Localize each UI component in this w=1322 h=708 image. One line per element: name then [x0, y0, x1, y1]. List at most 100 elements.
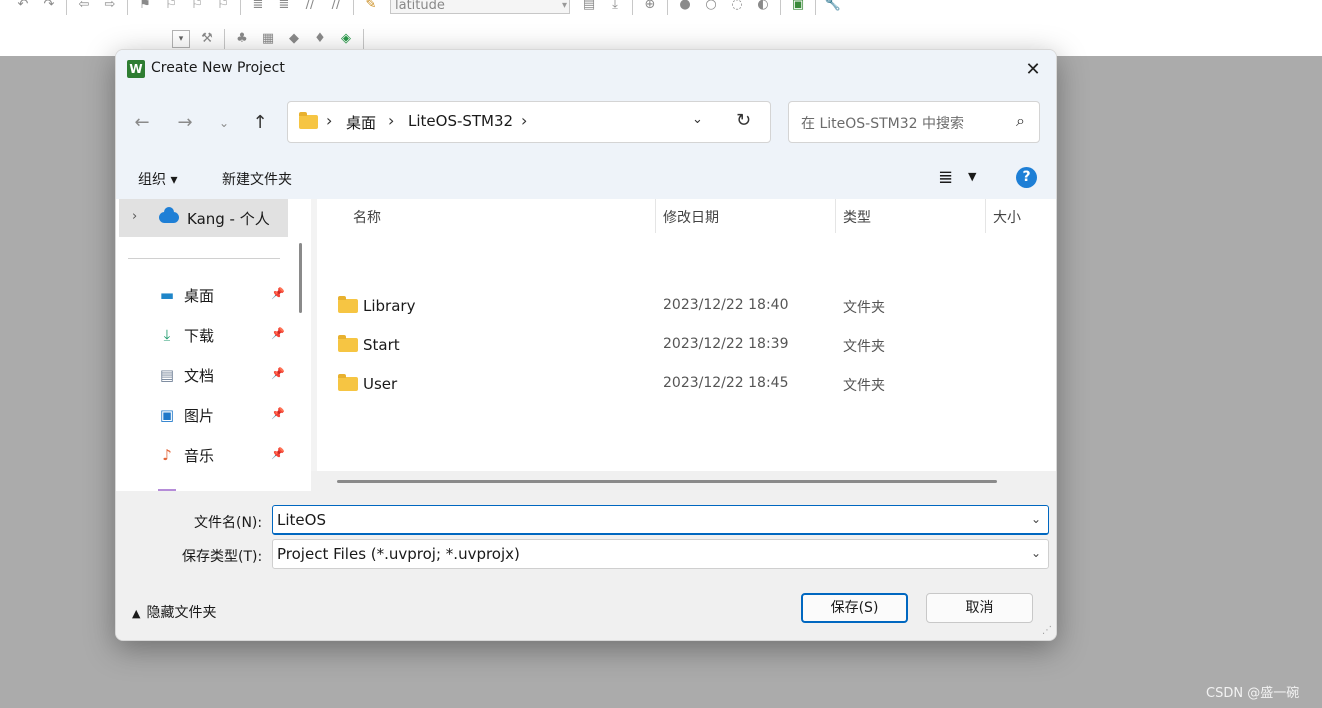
bookmark-next-icon[interactable]: ⚐ — [188, 0, 206, 13]
rte-icon[interactable]: ◈ — [337, 31, 355, 47]
redo-icon[interactable]: ↷ — [40, 0, 58, 13]
unindent-icon[interactable]: ≣ — [275, 0, 293, 13]
toolbar-separator — [363, 29, 364, 49]
breadcrumb-chevron-icon[interactable]: › — [521, 111, 527, 130]
ide-toolbar-row-1: ↶ ↷ ⇦ ⇨ ⚑ ⚐ ⚐ ⚐ ≣ ≣ // // ✎ latitude ▾ ▤… — [10, 0, 846, 18]
breakpoint-icon[interactable]: ● — [676, 0, 694, 13]
nav-forward-icon[interactable]: ⇨ — [101, 0, 119, 13]
sidebar-item-pictures[interactable]: ▣ 图片 📌 — [116, 397, 296, 437]
forward-arrow-icon[interactable]: → — [171, 109, 199, 137]
refresh-icon[interactable]: ↻ — [736, 110, 751, 131]
find-in-files-icon[interactable]: ✎ — [362, 0, 380, 13]
breadcrumb-liteos[interactable]: LiteOS-STM32 — [408, 112, 513, 130]
toolbar-separator — [66, 0, 67, 15]
up-arrow-icon[interactable]: ↑ — [246, 109, 274, 137]
sidebar-scrollbar[interactable] — [299, 243, 302, 313]
filename-field[interactable]: LiteOS ⌄ — [272, 505, 1049, 535]
file-name: Start — [363, 336, 400, 354]
chevron-down-icon[interactable]: ⌄ — [1031, 546, 1041, 560]
bookmark-clear-icon[interactable]: ⚐ — [214, 0, 232, 13]
nav-back-icon[interactable]: ⇦ — [75, 0, 93, 13]
download-icon: ⤓ — [163, 326, 171, 344]
table-row[interactable]: User 2023/12/22 18:45 文件夹 — [317, 365, 1056, 403]
sidebar-divider — [128, 258, 280, 259]
chevron-down-icon[interactable]: ⌄ — [1031, 512, 1041, 526]
column-header-name[interactable]: 名称 — [353, 207, 381, 227]
target-combo[interactable]: latitude ▾ — [390, 0, 570, 14]
toolbar-separator — [240, 0, 241, 15]
configure-icon[interactable]: 🔧 — [824, 0, 842, 13]
filename-value: LiteOS — [277, 511, 326, 529]
sidebar-item-label: 桌面 — [184, 287, 215, 305]
resize-grip-icon[interactable]: ⋰ — [1042, 625, 1052, 636]
help-icon[interactable]: ? — [1016, 167, 1037, 188]
address-bar[interactable]: › 桌面 › LiteOS-STM32 › ⌄ ↻ — [287, 101, 771, 143]
file-type: 文件夹 — [843, 378, 885, 394]
column-header-size[interactable]: 大小 — [993, 207, 1021, 227]
table-row[interactable]: Start 2023/12/22 18:39 文件夹 — [317, 326, 1056, 364]
dialog-titlebar[interactable]: W Create New Project ✕ — [116, 50, 1056, 89]
breakpoint-menu-icon[interactable]: ◐ — [754, 0, 772, 13]
bookmark-icon[interactable]: ⚑ — [136, 0, 154, 13]
target-select-dropdown[interactable]: ▾ — [172, 30, 190, 48]
back-arrow-icon[interactable]: ← — [128, 109, 156, 137]
new-folder-button[interactable]: 新建文件夹 — [222, 169, 292, 189]
cancel-button[interactable]: 取消 — [926, 593, 1033, 623]
horizontal-scrollbar[interactable] — [311, 471, 1056, 491]
pin-icon: 📌 — [271, 447, 285, 460]
toolbar-separator — [127, 0, 128, 15]
onedrive-cloud-icon — [159, 207, 179, 223]
options-icon[interactable]: ⚒ — [198, 31, 216, 47]
sidebar-item-documents[interactable]: ▤ 文档 📌 — [116, 357, 296, 397]
column-header-modified[interactable]: 修改日期 — [663, 207, 719, 227]
hide-folders-toggle[interactable]: ▲ 隐藏文件夹 — [132, 602, 216, 622]
undo-icon[interactable]: ↶ — [14, 0, 32, 13]
sidebar-item-label: 文档 — [184, 367, 215, 385]
file-modified: 2023/12/22 18:39 — [663, 336, 789, 352]
sidebar-item-onedrive[interactable]: › Kang - 个人 — [119, 199, 288, 237]
indent-icon[interactable]: ≣ — [249, 0, 267, 13]
horizontal-scrollbar-thumb[interactable] — [337, 480, 997, 483]
filetype-select[interactable]: Project Files (*.uvproj; *.uvprojx) ⌄ — [272, 539, 1049, 569]
debug-icon[interactable]: ⊕ — [641, 0, 659, 13]
manage-components-icon[interactable]: ♣ — [233, 31, 251, 47]
organize-button[interactable]: 组织 ▾ — [138, 169, 177, 189]
search-input[interactable]: 在 LiteOS-STM32 中搜索 ⌕ — [788, 101, 1040, 143]
bookmark-prev-icon[interactable]: ⚐ — [162, 0, 180, 13]
save-button[interactable]: 保存(S) — [801, 593, 908, 623]
breadcrumb-chevron-icon[interactable]: › — [388, 111, 394, 130]
sidebar-item-desktop[interactable]: ▬ 桌面 📌 — [116, 277, 296, 317]
window-layout-icon[interactable]: ▣ — [789, 0, 807, 13]
breakpoint-disable-icon[interactable]: ○ — [702, 0, 720, 13]
filetype-value: Project Files (*.uvproj; *.uvprojx) — [277, 545, 520, 563]
chevron-right-icon[interactable]: › — [132, 209, 137, 224]
dialog-footer: 文件名(N): LiteOS ⌄ 保存类型(T): Project Files … — [116, 491, 1056, 640]
breakpoint-kill-icon[interactable]: ◌ — [728, 0, 746, 13]
pack-installer-icon[interactable]: ◆ — [285, 31, 303, 47]
project-items-icon[interactable]: ▦ — [259, 31, 277, 47]
column-divider[interactable] — [655, 199, 656, 233]
find-icon[interactable]: ▤ — [580, 0, 598, 13]
recent-locations-chevron-icon[interactable]: ⌄ — [210, 109, 238, 137]
comment-icon[interactable]: // — [301, 0, 319, 13]
column-divider[interactable] — [985, 199, 986, 233]
column-divider[interactable] — [835, 199, 836, 233]
incremental-find-icon[interactable]: ⤓ — [606, 0, 624, 13]
breadcrumb-chevron-icon[interactable]: › — [326, 111, 332, 130]
breadcrumb-desktop[interactable]: 桌面 — [346, 112, 376, 133]
column-header-type[interactable]: 类型 — [843, 207, 871, 227]
folder-icon — [338, 374, 358, 391]
pin-icon: 📌 — [271, 327, 285, 340]
close-icon[interactable]: ✕ — [1010, 50, 1056, 89]
sidebar-item-music[interactable]: ♪ 音乐 📌 — [116, 437, 296, 477]
view-options-icon[interactable]: ≣ — [938, 167, 953, 188]
sidebar-item-downloads[interactable]: ⤓ 下载 📌 — [116, 317, 296, 357]
search-icon: ⌕ — [1016, 111, 1025, 130]
select-packs-icon[interactable]: ♦ — [311, 31, 329, 47]
view-dropdown-icon[interactable]: ▼ — [968, 170, 976, 183]
address-history-chevron-icon[interactable]: ⌄ — [692, 112, 703, 127]
pin-icon: 📌 — [271, 287, 285, 300]
file-modified: 2023/12/22 18:45 — [663, 375, 789, 391]
table-row[interactable]: Library 2023/12/22 18:40 文件夹 — [317, 287, 1056, 325]
uncomment-icon[interactable]: // — [327, 0, 345, 13]
